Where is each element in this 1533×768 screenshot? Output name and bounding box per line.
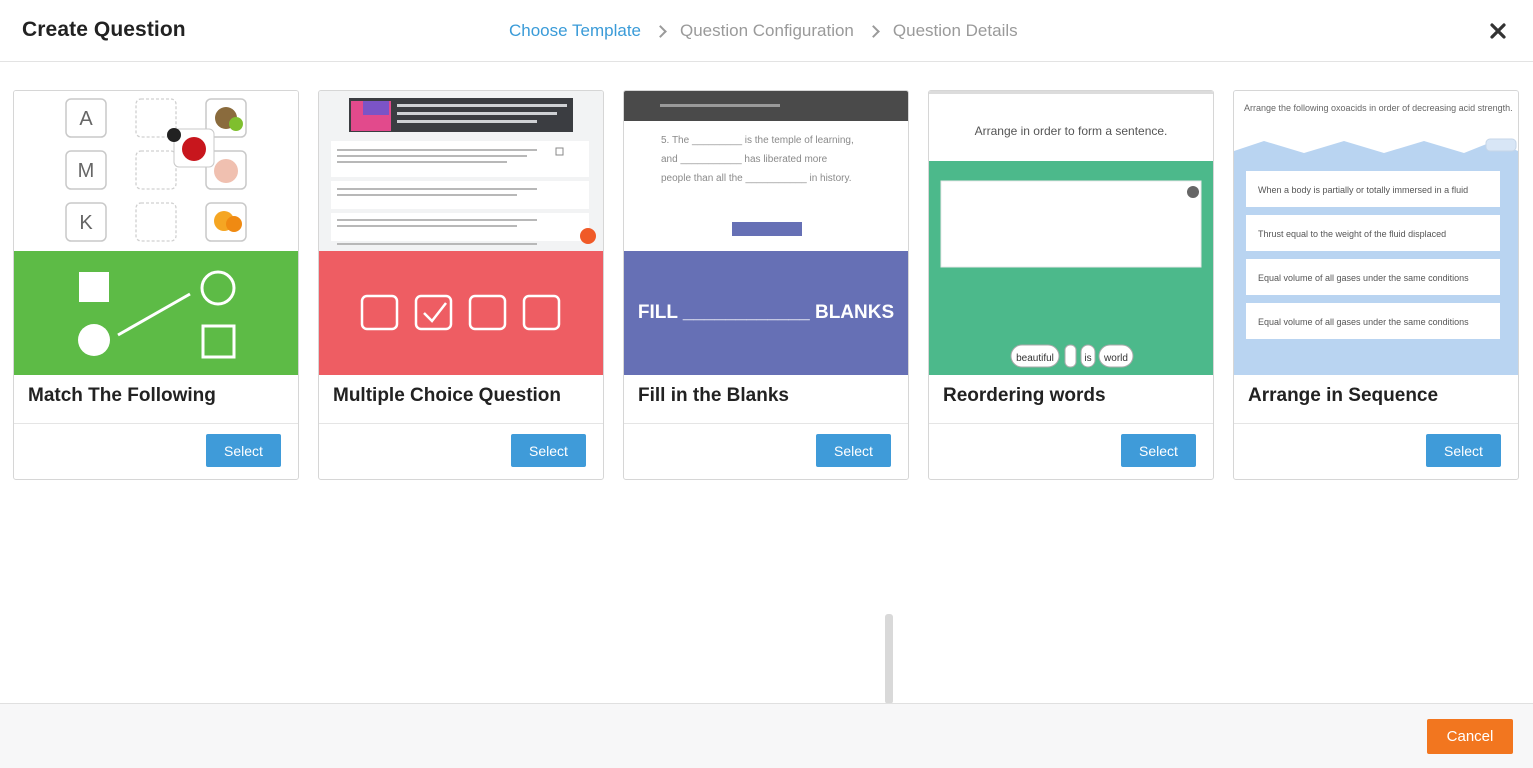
template-card-match[interactable]: A M K Match The Following Select <box>13 90 299 480</box>
template-label: Arrange in Sequence <box>1234 375 1518 424</box>
reorder-preview-title: Arrange in order to form a sentence. <box>975 124 1168 138</box>
template-label: Reordering words <box>929 375 1213 424</box>
select-button[interactable]: Select <box>1121 434 1196 467</box>
step-choose-template[interactable]: Choose Template <box>509 21 641 41</box>
fill-sentence-line: and ___________ has liberated more <box>661 154 828 165</box>
fill-sentence-line: 5. The _________ is the temple of learni… <box>661 135 854 146</box>
modal-header: Create Question Choose Template Question… <box>0 0 1533 62</box>
template-label: Match The Following <box>14 375 298 424</box>
match-letter: A <box>79 108 93 130</box>
page-title: Create Question <box>22 18 186 41</box>
template-list: A M K Match The Following Select Multipl… <box>13 90 1519 480</box>
select-button[interactable]: Select <box>206 434 281 467</box>
reorder-word: beautiful <box>1016 353 1054 364</box>
template-card-mcq[interactable]: Multiple Choice Question Select <box>318 90 604 480</box>
fill-sentence-line: people than all the ___________ in histo… <box>661 173 852 184</box>
sequence-item: Equal volume of all gases under the same… <box>1258 317 1469 327</box>
template-card-fill-blanks[interactable]: 5. The _________ is the temple of learni… <box>623 90 909 480</box>
cancel-button[interactable]: Cancel <box>1427 719 1513 754</box>
close-icon[interactable] <box>1488 21 1508 41</box>
step-question-details[interactable]: Question Details <box>893 21 1018 41</box>
select-button[interactable]: Select <box>816 434 891 467</box>
fill-preview-text: FILL ____________ BLANKS <box>638 302 894 323</box>
chevron-right-icon <box>867 25 880 38</box>
match-preview-image: A M K <box>14 91 298 375</box>
match-letter: M <box>78 160 95 182</box>
select-button[interactable]: Select <box>1426 434 1501 467</box>
reorder-word: world <box>1103 353 1128 364</box>
sequence-preview-image: Arrange the following oxoacids in order … <box>1234 91 1518 375</box>
select-button[interactable]: Select <box>511 434 586 467</box>
template-card-reordering[interactable]: Arrange in order to form a sentence. bea… <box>928 90 1214 480</box>
match-letter: K <box>79 212 93 234</box>
reorder-word: is <box>1084 353 1091 364</box>
sequence-item: Equal volume of all gases under the same… <box>1258 273 1469 283</box>
reordering-preview-image: Arrange in order to form a sentence. bea… <box>929 91 1213 375</box>
sequence-preview-title: Arrange the following oxoacids in order … <box>1244 103 1513 113</box>
fill-blanks-preview-image: 5. The _________ is the temple of learni… <box>624 91 908 375</box>
breadcrumb: Choose Template Question Configuration Q… <box>509 21 1018 41</box>
mcq-preview-image <box>319 91 603 375</box>
chevron-right-icon <box>654 25 667 38</box>
scrollbar[interactable] <box>885 614 893 704</box>
step-question-configuration[interactable]: Question Configuration <box>680 21 854 41</box>
sequence-item: Thrust equal to the weight of the fluid … <box>1258 229 1446 239</box>
modal-footer: Cancel <box>0 703 1533 768</box>
template-label: Multiple Choice Question <box>319 375 603 424</box>
template-card-sequence[interactable]: Arrange the following oxoacids in order … <box>1233 90 1519 480</box>
sequence-item: When a body is partially or totally imme… <box>1258 185 1468 195</box>
template-label: Fill in the Blanks <box>624 375 908 424</box>
